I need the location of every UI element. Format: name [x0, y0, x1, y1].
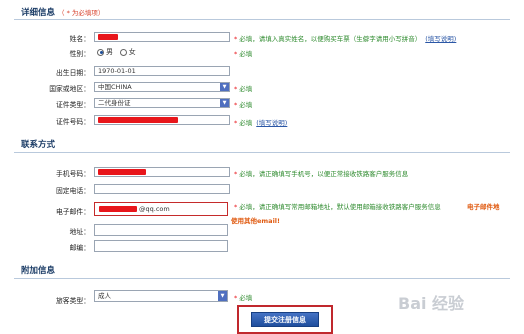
passenger-type-select[interactable]: 成人 ▼	[94, 290, 228, 302]
passenger-hint-text: 必填	[239, 294, 253, 302]
gender-male-label: 男	[106, 48, 113, 56]
country-label: 国家或地区：	[49, 85, 90, 93]
divider-extra	[14, 278, 510, 279]
gender-female-label: 女	[128, 48, 136, 56]
zip-input[interactable]	[94, 240, 228, 252]
required-note: （ * 为必填项）	[58, 9, 105, 17]
section-title-extra: 附加信息	[21, 266, 56, 276]
country-hint: * 必填	[234, 83, 252, 93]
name-label: 姓名：	[69, 35, 90, 43]
name-redaction	[98, 34, 118, 40]
email-notice-2: 使用其他email!	[231, 217, 280, 225]
phone-label: 手机号码：	[56, 170, 90, 178]
section-title-contact: 联系方式	[21, 140, 56, 150]
passenger-hint: * 必填	[234, 292, 252, 302]
gender-male-radio[interactable]	[97, 48, 104, 56]
phone-hint: * 必填，请正确填写手机号，以便正常接收铁路客户服务信息	[234, 168, 408, 178]
divider-details	[14, 19, 510, 20]
chevron-down-icon[interactable]: ▼	[218, 291, 227, 301]
divider-contact	[14, 152, 510, 153]
idtype-select[interactable]: 二代身份证 ▼	[94, 98, 230, 108]
country-hint-text: 必填	[239, 85, 253, 93]
idnum-help-link[interactable]: (填写说明)	[256, 119, 287, 127]
address-label: 地址：	[69, 228, 90, 236]
name-hint-star: *	[234, 35, 238, 43]
idtype-hint-star: *	[234, 101, 238, 109]
gender-label: 性别：	[69, 50, 90, 58]
birth-label: 出生日期：	[56, 69, 90, 77]
section-title-details-text: 详细信息	[21, 8, 56, 18]
email-label: 电子邮件：	[56, 208, 90, 216]
submit-register-button[interactable]: 提交注册信息	[251, 312, 319, 327]
baidu-watermark: Bai 经验	[398, 294, 465, 313]
email-input-value: @qq.com	[139, 205, 170, 213]
email-notice-1: 电子邮件地	[467, 203, 500, 211]
chevron-down-icon[interactable]: ▼	[220, 83, 229, 91]
email-redaction	[99, 206, 137, 212]
idtype-select-value: 二代身份证	[98, 99, 131, 107]
email-hint: * 必填，请正确填写常用邮箱地址，默认使用邮箱接收铁路客户服务信息	[234, 201, 441, 211]
idtype-hint: * 必填	[234, 99, 252, 109]
idnum-hint-text: 必填	[239, 119, 253, 127]
phone-hint-star: *	[234, 170, 238, 178]
gender-female-radio[interactable]	[119, 48, 127, 56]
chevron-down-icon[interactable]: ▼	[220, 99, 229, 107]
idnum-hint: * 必填 (填写说明)	[234, 117, 287, 127]
name-help-link[interactable]: (填写说明)	[425, 35, 456, 43]
gender-hint-text: 必填	[239, 50, 253, 58]
address-input[interactable]	[94, 224, 228, 236]
email-hint-text: 必填，请正确填写常用邮箱地址，默认使用邮箱接收铁路客户服务信息	[239, 203, 441, 211]
gender-radio-group: 男 女	[97, 47, 136, 57]
passenger-label: 旅客类型：	[56, 297, 90, 305]
idnum-hint-star: *	[234, 119, 238, 127]
submit-highlight-box: 提交注册信息	[237, 305, 333, 334]
gender-hint-star: *	[234, 50, 238, 58]
tel-label: 固定电话：	[56, 187, 90, 195]
passenger-hint-star: *	[234, 294, 238, 302]
idtype-hint-text: 必填	[239, 101, 253, 109]
passenger-select-value: 成人	[98, 292, 111, 300]
birth-date-input[interactable]: 1970-01-01	[94, 66, 230, 76]
country-hint-star: *	[234, 85, 238, 93]
name-hint-text: 必填，请填入真实姓名，以便购买车票（生僻字请用小写拼音）	[239, 35, 422, 43]
idtype-label: 证件类型：	[56, 101, 90, 109]
phone-redaction	[98, 169, 146, 175]
country-select[interactable]: 中国CHINA ▼	[94, 82, 230, 92]
idnum-label: 证件号码：	[56, 118, 90, 126]
phone-hint-text: 必填，请正确填写手机号，以便正常接收铁路客户服务信息	[239, 170, 409, 178]
zip-label: 邮编：	[69, 244, 90, 252]
email-hint-star: *	[234, 203, 238, 211]
tel-input[interactable]	[94, 184, 230, 194]
country-select-value: 中国CHINA	[98, 83, 132, 91]
section-title-details: 详细信息（ * 为必填项）	[21, 6, 104, 18]
gender-hint: * 必填	[234, 48, 252, 58]
name-hint: * 必填，请填入真实姓名，以便购买车票（生僻字请用小写拼音） (填写说明)	[234, 33, 456, 43]
idnum-redaction	[98, 117, 178, 123]
